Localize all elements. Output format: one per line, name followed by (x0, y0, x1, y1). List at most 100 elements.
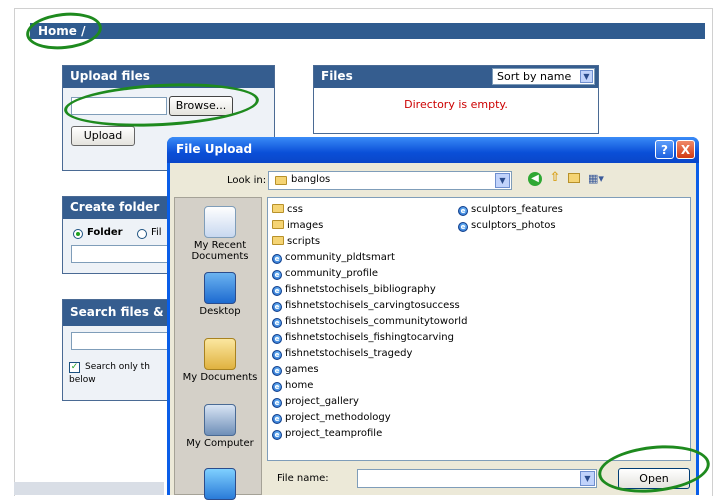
file-list-item[interactable]: e project_methodology (272, 410, 391, 425)
file-name-label: File name: (277, 473, 329, 484)
folder-icon (272, 220, 284, 229)
network-places-icon (204, 468, 236, 500)
file-list-item-label: scripts (287, 236, 321, 247)
back-icon[interactable]: ◀ (528, 172, 542, 186)
file-list-item-label: sculptors_features (471, 204, 563, 215)
file-list-item[interactable]: e sculptors_features (458, 202, 563, 217)
file-list-item[interactable]: e project_gallery (272, 394, 359, 409)
file-list-item[interactable]: css (272, 202, 303, 217)
html-file-icon: e (272, 366, 282, 376)
file-list-item-label: images (287, 220, 324, 231)
html-file-icon: e (272, 286, 282, 296)
file-option-label: Fil (151, 227, 162, 238)
file-list-item-label: project_gallery (285, 396, 359, 407)
file-list-item[interactable]: e home (272, 378, 313, 393)
chevron-down-icon[interactable]: ▼ (495, 173, 510, 188)
help-button[interactable]: ? (655, 140, 674, 159)
html-file-icon: e (272, 382, 282, 392)
my-computer-icon (204, 404, 236, 436)
place-label: My Recent Documents (191, 240, 249, 262)
empty-directory-message: Directory is empty. (404, 98, 508, 111)
file-list-item[interactable]: e project_teamprofile (272, 426, 382, 441)
html-file-icon: e (272, 350, 282, 360)
file-list-item-label: fishnetstochisels_carvingtosuccess (285, 300, 460, 311)
search-only-checkbox[interactable]: ✓ (69, 362, 80, 373)
place-network[interactable] (181, 468, 259, 502)
place-label: My Documents (182, 372, 258, 383)
recent-documents-icon (204, 206, 236, 238)
places-bar: My Recent Documents Desktop My Documents… (174, 197, 262, 500)
folder-icon (272, 204, 284, 213)
dialog-title: File Upload (176, 142, 253, 156)
new-folder-icon[interactable] (568, 173, 580, 183)
folder-icon (275, 176, 287, 185)
file-list-item-label: sculptors_photos (471, 220, 556, 231)
file-list-item-label: fishnetstochisels_fishingtocarving (285, 332, 454, 343)
search-only-label-cont: below (69, 375, 96, 385)
files-panel: Files Sort by name ▼ Directory is empty. (313, 65, 599, 134)
sort-select-value: Sort by name (497, 70, 572, 83)
close-button[interactable]: X (676, 140, 695, 159)
file-list-item-label: fishnetstochisels_communitytoworld (285, 316, 468, 327)
html-file-icon: e (272, 430, 282, 440)
html-file-icon: e (272, 398, 282, 408)
page-footer (14, 482, 164, 495)
file-list-item-label: home (285, 380, 314, 391)
html-file-icon: e (272, 270, 282, 280)
file-list-item-label: community_pldtsmart (285, 252, 395, 263)
file-list-item-label: fishnetstochisels_bibliography (285, 284, 436, 295)
file-list-item[interactable]: e community_profile (272, 266, 378, 281)
file-list-item[interactable]: e fishnetstochisels_carvingtosuccess (272, 298, 460, 313)
place-my-computer[interactable]: My Computer (181, 404, 259, 449)
folder-option-label: Folder (87, 227, 123, 238)
file-radio[interactable] (137, 229, 147, 239)
up-folder-icon[interactable]: ⇧ (548, 171, 562, 185)
dialog-titlebar[interactable]: File Upload ? X (167, 137, 699, 163)
chevron-down-icon[interactable]: ▼ (580, 70, 593, 83)
file-list-item[interactable]: e fishnetstochisels_fishingtocarving (272, 330, 454, 345)
html-file-icon: e (272, 318, 282, 328)
desktop-icon (204, 272, 236, 304)
html-file-icon: e (272, 254, 282, 264)
html-file-icon: e (272, 302, 282, 312)
file-list-item-label: css (287, 204, 303, 215)
file-list-item[interactable]: scripts (272, 234, 320, 249)
html-file-icon: e (272, 414, 282, 424)
place-my-recent-documents[interactable]: My Recent Documents (181, 206, 259, 262)
look-in-select[interactable]: banglos ▼ (268, 171, 512, 190)
file-list: css images scripts e community_pldtsmart e com… (267, 197, 691, 461)
file-list-item[interactable]: e sculptors_photos (458, 218, 556, 233)
place-my-documents[interactable]: My Documents (181, 338, 259, 383)
search-only-label: Search only th (85, 362, 150, 372)
look-in-label: Look in: (227, 175, 267, 186)
folder-icon (272, 236, 284, 245)
file-list-item[interactable]: e fishnetstochisels_bibliography (272, 282, 436, 297)
view-menu-icon[interactable]: ▦▾ (588, 172, 610, 185)
file-list-item[interactable]: e games (272, 362, 319, 377)
folder-radio[interactable] (73, 229, 83, 239)
file-list-item-label: games (285, 364, 319, 375)
html-file-icon: e (458, 206, 468, 216)
upload-button[interactable]: Upload (71, 126, 135, 146)
place-desktop[interactable]: Desktop (181, 272, 259, 317)
html-file-icon: e (272, 334, 282, 344)
file-list-item[interactable]: e fishnetstochisels_communitytoworld (272, 314, 467, 329)
file-list-item[interactable]: e fishnetstochisels_tragedy (272, 346, 412, 361)
file-upload-dialog: File Upload ? X Look in: banglos ▼ ◀ ⇧ ▦… (167, 137, 699, 500)
sort-select[interactable]: Sort by name ▼ (492, 68, 595, 85)
file-list-item[interactable]: e community_pldtsmart (272, 250, 395, 265)
file-name-input[interactable]: ▼ (357, 469, 597, 488)
file-list-item[interactable]: images (272, 218, 323, 233)
file-list-item-label: project_methodology (285, 412, 391, 423)
file-list-item-label: fishnetstochisels_tragedy (285, 348, 413, 359)
file-list-item-label: community_profile (285, 268, 378, 279)
file-list-item-label: project_teamprofile (285, 428, 383, 439)
breadcrumb-bar: Home / (30, 23, 705, 39)
place-label: Desktop (199, 306, 241, 317)
look-in-value: banglos (291, 174, 331, 185)
my-documents-icon (204, 338, 236, 370)
chevron-down-icon[interactable]: ▼ (580, 471, 595, 486)
html-file-icon: e (458, 222, 468, 232)
place-label: My Computer (186, 438, 254, 449)
dialog-body: Look in: banglos ▼ ◀ ⇧ ▦▾ My Recent Docu… (170, 163, 696, 500)
